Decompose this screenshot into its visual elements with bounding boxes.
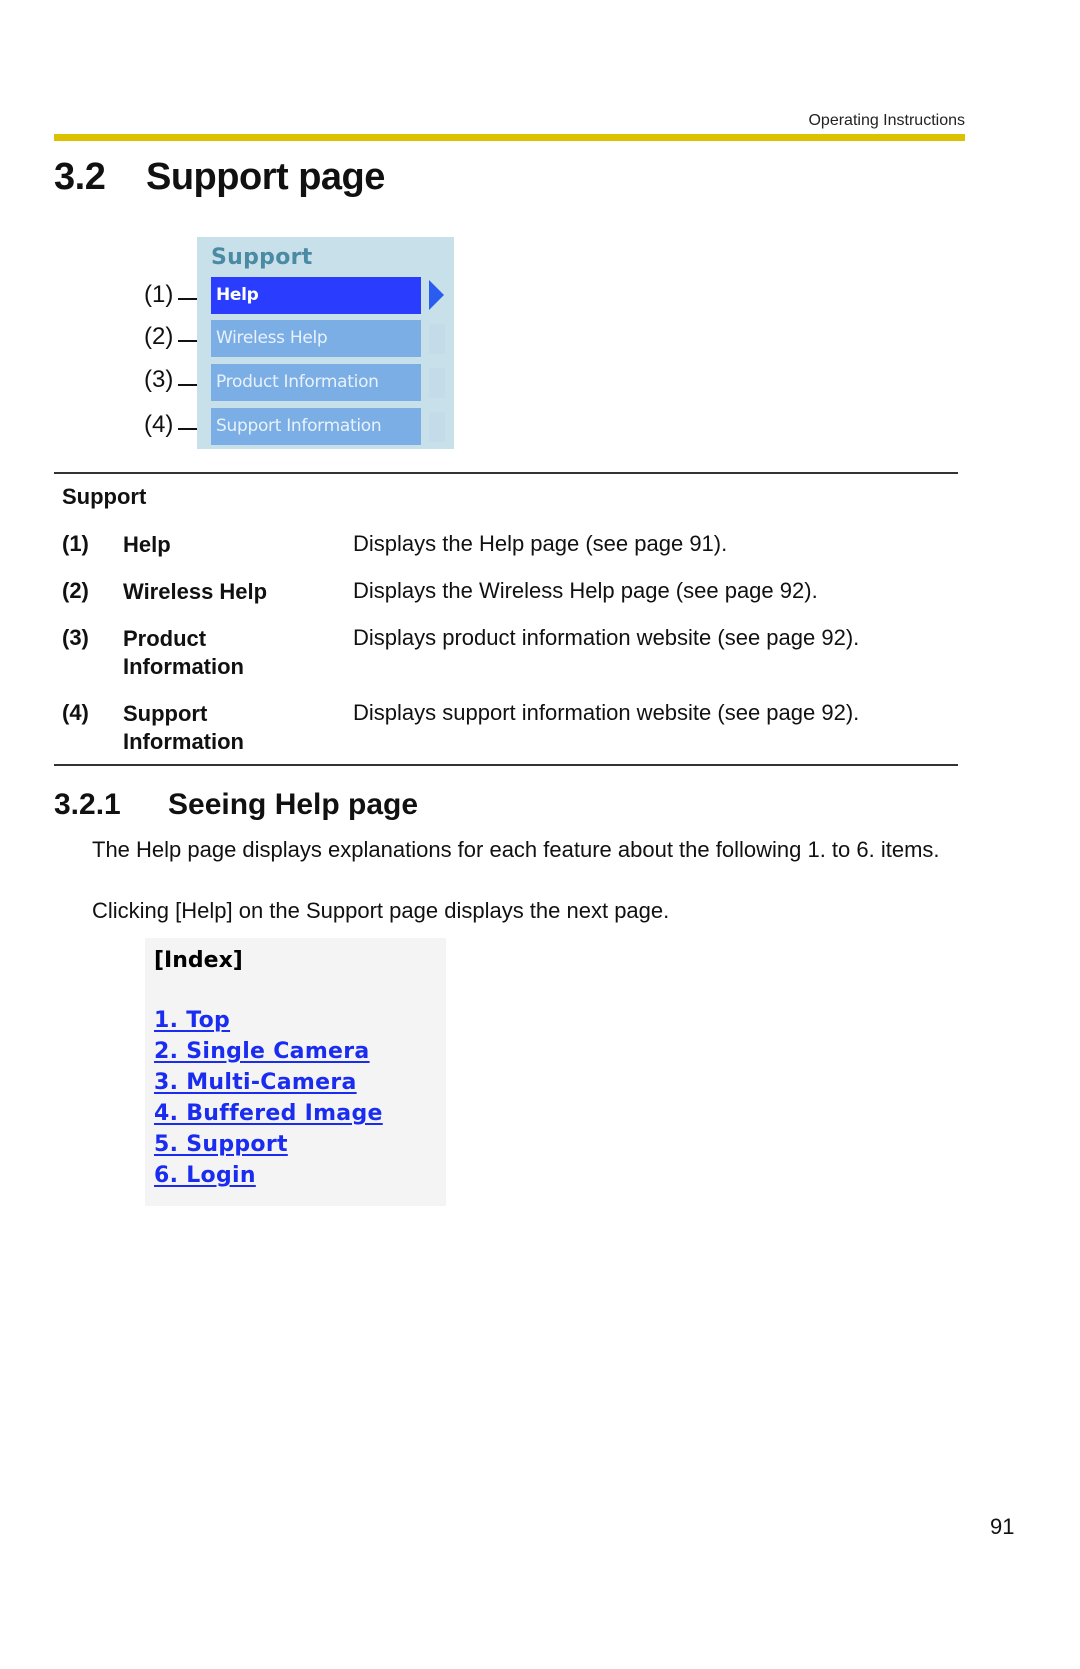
row-description: Displays product information website (se… bbox=[353, 625, 860, 650]
table-heading: Support bbox=[62, 484, 147, 509]
row-index: (4) bbox=[62, 700, 89, 725]
row-term-line: Wireless Help bbox=[123, 579, 268, 604]
menu-item-wireless-help[interactable]: Wireless Help bbox=[211, 320, 421, 357]
support-menu-screenshot: Support Help Wireless Help Product Infor… bbox=[197, 237, 454, 449]
index-link-top[interactable]: 1. Top bbox=[154, 1008, 230, 1033]
subsection-title: 3.2.1 Seeing Help page bbox=[54, 788, 418, 822]
menu-item-help[interactable]: Help bbox=[211, 277, 421, 314]
row-term-line: Help bbox=[123, 532, 171, 557]
header-rule bbox=[54, 134, 965, 141]
index-link-login[interactable]: 6. Login bbox=[154, 1163, 256, 1188]
row-description: Displays the Wireless Help page (see pag… bbox=[353, 578, 818, 603]
callout-3: (3) bbox=[144, 366, 174, 393]
row-description: Displays the Help page (see page 91). bbox=[353, 531, 728, 556]
row-term: Help bbox=[123, 531, 343, 559]
row-term: Product Information bbox=[123, 625, 343, 681]
support-menu-heading: Support bbox=[211, 245, 313, 270]
row-term-line: Product bbox=[123, 626, 207, 651]
intro-paragraph: The Help page displays explanations for … bbox=[92, 837, 940, 862]
row-index: (1) bbox=[62, 531, 89, 556]
section-title-text: Support page bbox=[146, 156, 385, 198]
row-index: (3) bbox=[62, 625, 89, 650]
callout-1: (1) bbox=[144, 281, 174, 308]
section-title: 3.2 Support page bbox=[54, 156, 385, 199]
menu-item-product-information[interactable]: Product Information bbox=[211, 364, 421, 401]
instruction-paragraph: Clicking [Help] on the Support page disp… bbox=[92, 898, 670, 923]
row-description: Displays support information website (se… bbox=[353, 700, 860, 725]
inactive-arrow-placeholder bbox=[429, 324, 445, 354]
row-term: Support Information bbox=[123, 700, 343, 756]
row-index: (2) bbox=[62, 578, 89, 603]
menu-item-support-information[interactable]: Support Information bbox=[211, 408, 421, 445]
row-term-line: Support bbox=[123, 701, 208, 726]
index-link-buffered-image[interactable]: 4. Buffered Image bbox=[154, 1101, 383, 1126]
page-number: 91 bbox=[990, 1514, 1015, 1539]
table-top-rule bbox=[54, 472, 958, 474]
index-link-support[interactable]: 5. Support bbox=[154, 1132, 288, 1157]
inactive-arrow-placeholder bbox=[429, 368, 445, 398]
index-link-multi-camera[interactable]: 3. Multi-Camera bbox=[154, 1070, 357, 1095]
row-term: Wireless Help bbox=[123, 578, 343, 606]
help-index-screenshot: [Index] 1. Top 2. Single Camera 3. Multi… bbox=[145, 938, 446, 1206]
callout-4: (4) bbox=[144, 411, 174, 438]
row-term-line: Information bbox=[123, 654, 244, 679]
subsection-title-text: Seeing Help page bbox=[168, 788, 419, 821]
inactive-arrow-placeholder bbox=[429, 412, 445, 442]
running-header: Operating Instructions bbox=[808, 112, 965, 129]
index-link-single-camera[interactable]: 2. Single Camera bbox=[154, 1039, 370, 1064]
row-term-line: Information bbox=[123, 729, 244, 754]
index-heading: [Index] bbox=[154, 948, 243, 973]
section-number: 3.2 bbox=[54, 156, 106, 198]
subsection-number: 3.2.1 bbox=[54, 788, 121, 821]
active-arrow-icon bbox=[429, 280, 444, 310]
callout-2: (2) bbox=[144, 323, 174, 350]
table-bottom-rule bbox=[54, 764, 958, 766]
